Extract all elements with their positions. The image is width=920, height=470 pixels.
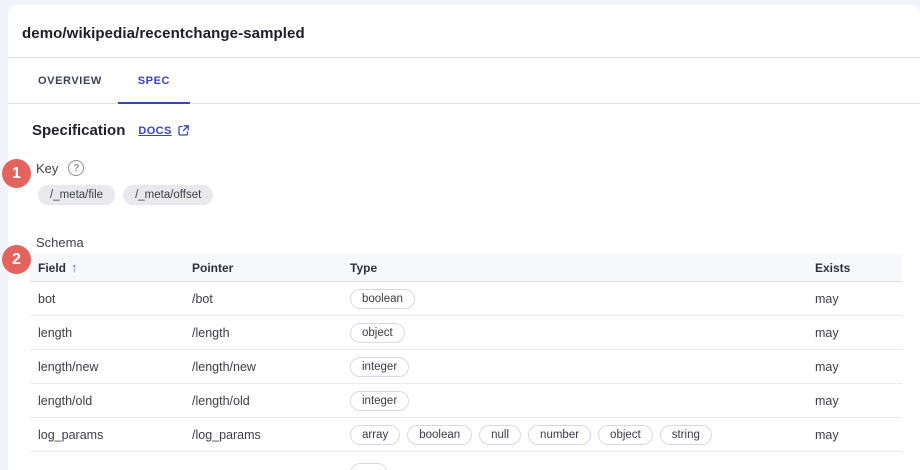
table-row: length /length object may [30,316,902,350]
page-background: 1 2 demo/wikipedia/recentchange-sampled … [0,0,920,470]
type-cell: integer [350,357,815,377]
docs-link[interactable]: DOCS [138,124,189,137]
sort-ascending-icon: ↑ [71,260,78,275]
page-title: demo/wikipedia/recentchange-sampled [22,25,906,42]
key-label: Key [36,161,58,176]
pointer-cell: /bot [192,292,350,306]
field-cell: length/new [30,360,192,374]
column-header-type: Type [350,261,815,275]
column-header-field[interactable]: Field ↑ [30,260,192,275]
type-chip: string [660,425,712,445]
type-cell: boolean [350,289,815,309]
field-cell: length/old [30,394,192,408]
tab-overview[interactable]: OVERVIEW [22,58,118,103]
docs-link-label: DOCS [138,125,171,137]
tab-bar: OVERVIEW SPEC [8,58,920,104]
exists-cell: may [815,428,902,442]
type-cell: object [350,323,815,343]
exists-cell: may [815,326,902,340]
table-row: length/old /length/old integer may [30,384,902,418]
collection-detail-card: demo/wikipedia/recentchange-sampled OVER… [8,5,920,470]
help-icon[interactable]: ? [68,160,84,176]
schema-label: Schema [36,235,902,250]
type-chip: object [350,323,405,343]
exists-cell: may [815,360,902,374]
schema-table: Field ↑ Pointer Type Exists bot /bot boo… [30,254,902,470]
type-chip: boolean [407,425,472,445]
type-chip: integer [350,357,409,377]
key-chip: /_meta/offset [123,185,213,205]
field-cell: bot [30,292,192,306]
table-header-row: Field ↑ Pointer Type Exists [30,254,902,282]
pointer-cell: /log_params [192,428,350,442]
key-chip: /_meta/file [38,185,115,205]
key-chip-list: /_meta/file /_meta/offset [38,185,902,205]
pointer-cell: /length/old [192,394,350,408]
specification-heading: Specification [32,122,125,139]
column-header-exists: Exists [815,261,902,275]
pointer-cell: /length/new [192,360,350,374]
type-chip: integer [350,391,409,411]
table-row-partial [30,452,902,470]
key-section: Key ? [36,160,902,176]
annotation-badge-2: 2 [2,245,31,274]
spec-section: Specification DOCS Key ? / [8,104,920,470]
type-chip: number [528,425,591,445]
table-row: length/new /length/new integer may [30,350,902,384]
table-row: bot /bot boolean may [30,282,902,316]
field-cell: log_params [30,428,192,442]
tab-spec[interactable]: SPEC [118,58,190,103]
field-cell: length [30,326,192,340]
type-chip: boolean [350,289,415,309]
annotation-badge-1: 1 [2,159,31,188]
exists-cell: may [815,394,902,408]
column-header-field-label: Field [38,261,66,275]
column-header-pointer: Pointer [192,261,350,275]
type-chip: array [350,425,400,445]
pointer-cell: /length [192,326,350,340]
type-chip [350,463,388,470]
card-header: demo/wikipedia/recentchange-sampled [8,5,920,58]
type-cell: array boolean null number object string [350,425,815,445]
type-cell: integer [350,391,815,411]
external-link-icon [177,124,190,137]
type-chip: object [598,425,653,445]
table-row: log_params /log_params array boolean nul… [30,418,902,452]
type-chip: null [479,425,521,445]
exists-cell: may [815,292,902,306]
